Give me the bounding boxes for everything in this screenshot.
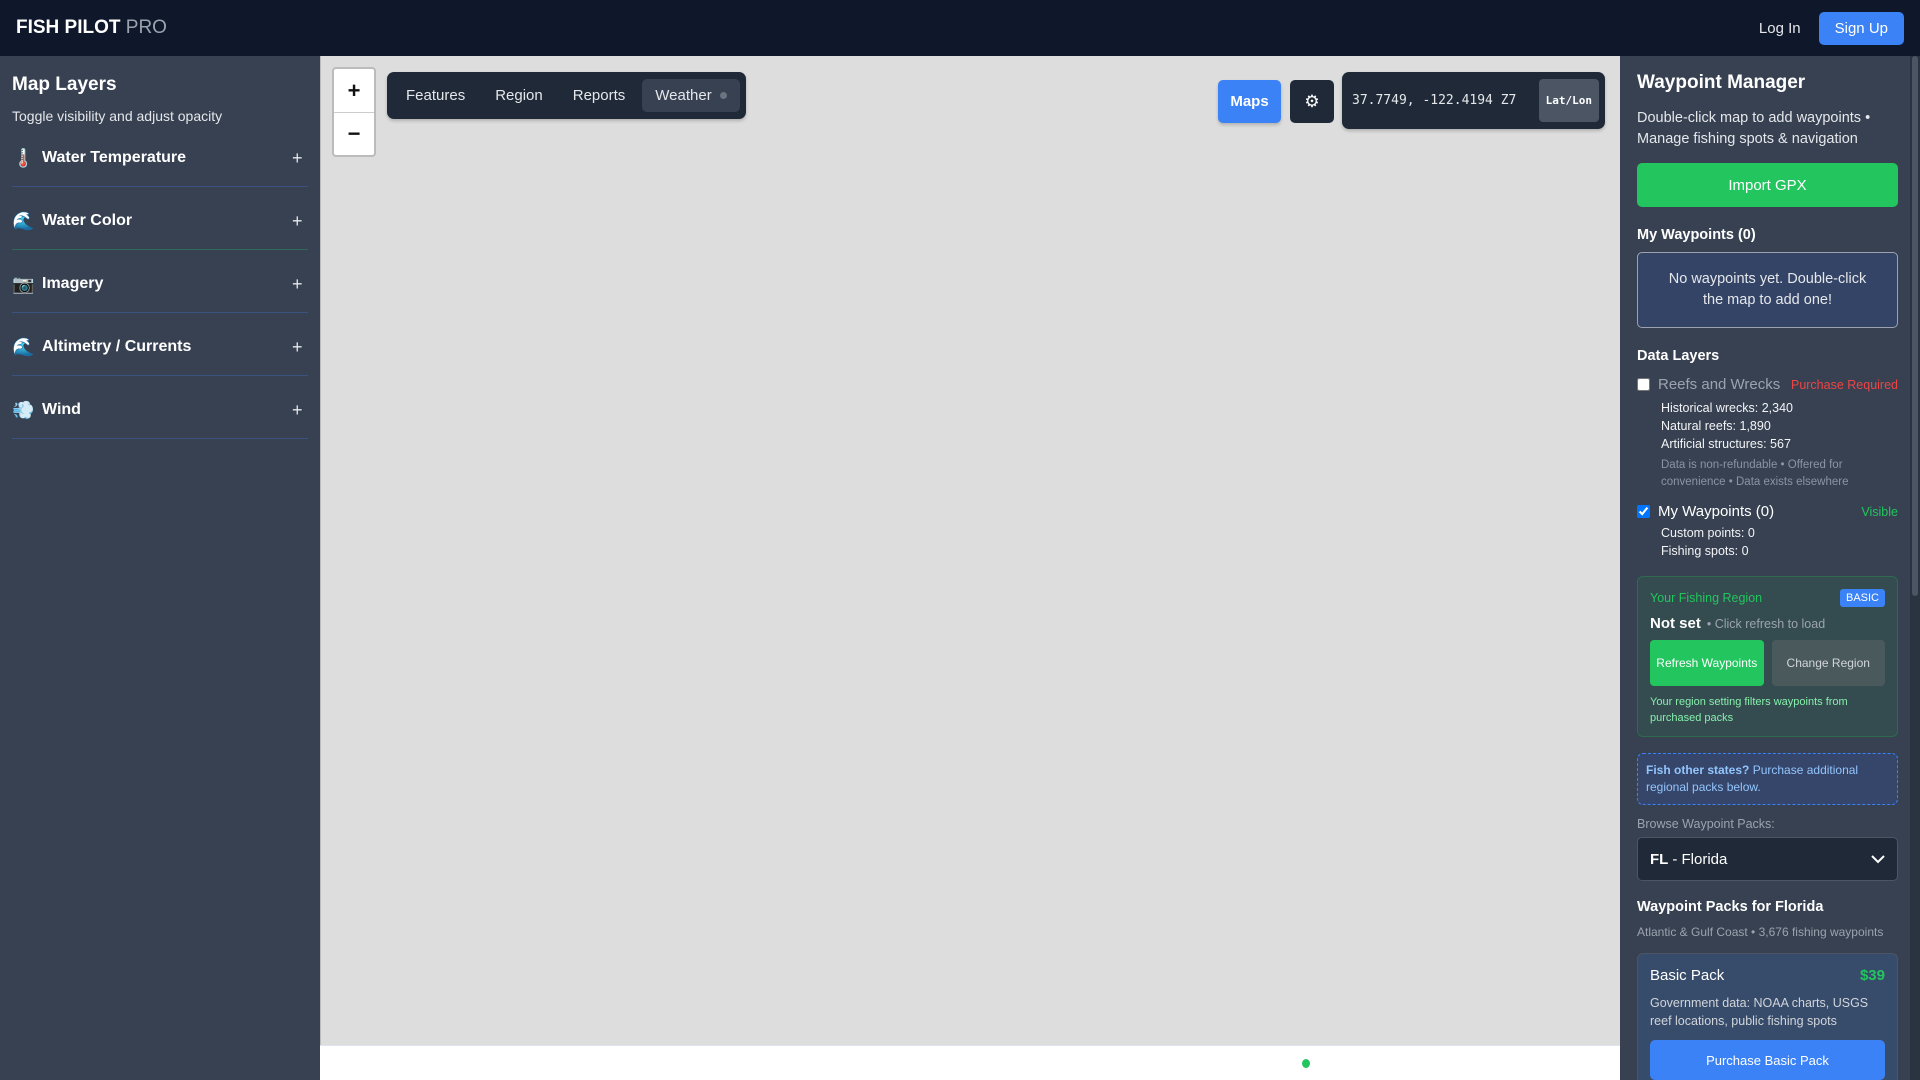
expand-icon[interactable]: +	[292, 211, 308, 232]
wave-icon: 🌊	[12, 210, 35, 231]
my-waypoints-heading: My Waypoints (0)	[1637, 227, 1756, 243]
visible-label: Visible	[1861, 504, 1898, 519]
my-waypoints-layer-row: My Waypoints (0) Visible	[1637, 503, 1898, 520]
coord-format-toggle[interactable]: Lat/Lon	[1538, 79, 1599, 122]
layer-wind[interactable]: 💨 Wind +	[12, 376, 308, 439]
region-value: Not set • Click refresh to load	[1650, 615, 1826, 632]
tab-weather[interactable]: Weather	[642, 79, 740, 112]
scrollbar[interactable]	[1910, 56, 1920, 1080]
reefs-checkbox[interactable]	[1637, 378, 1650, 391]
packs-subtitle: Atlantic & Gulf Coast • 3,676 fishing wa…	[1637, 925, 1884, 939]
layer-water-temperature[interactable]: 🌡️ Water Temperature +	[12, 124, 308, 187]
pack-description: Government data: NOAA charts, USGS reef …	[1650, 996, 1869, 1028]
layer-water-color[interactable]: 🌊 Water Color +	[12, 187, 308, 250]
gear-icon[interactable]: ⚙	[1290, 80, 1334, 123]
stat-line: Historical wrecks: 2,340	[1661, 401, 1793, 415]
import-gpx-button[interactable]: Import GPX	[1637, 163, 1898, 207]
pack-price: $39	[1859, 967, 1885, 984]
expand-icon[interactable]: +	[292, 148, 308, 169]
zoom-out-button[interactable]: −	[334, 112, 374, 155]
map-layers-sidebar: Map Layers Toggle visibility and adjust …	[0, 56, 320, 1080]
wave-icon: 🌊	[12, 336, 35, 357]
layer-altimetry-currents[interactable]: 🌊 Altimetry / Currents +	[12, 313, 308, 376]
fishing-region-card: Your Fishing Region BASIC Not set • Click …	[1637, 576, 1898, 737]
panel-description: Double-click map to add waypoints • Mana…	[1637, 110, 1871, 147]
change-region-button[interactable]: Change Region	[1771, 640, 1885, 686]
brand-logo[interactable]: FISH PILOT PRO	[16, 17, 167, 39]
camera-icon: 📷	[12, 273, 35, 294]
panel-title: Waypoint Manager	[1637, 72, 1806, 93]
coordinate-readout: 37.7749, -122.4194 Z7 Lat/Lon	[1342, 72, 1605, 129]
zoom-control: + −	[332, 67, 376, 157]
expand-icon[interactable]: +	[292, 274, 308, 295]
chevron-down-icon	[1871, 854, 1885, 863]
expand-icon[interactable]: +	[292, 337, 308, 358]
empty-waypoints-message: No waypoints yet. Double-click the map t…	[1637, 252, 1898, 328]
stat-line: Natural reefs: 1,890	[1661, 419, 1771, 433]
purchase-basic-pack-button[interactable]: Purchase Basic Pack	[1650, 1040, 1885, 1080]
stat-line: Fishing spots: 0	[1661, 544, 1749, 558]
tab-reports[interactable]: Reports	[560, 79, 639, 112]
stat-line: Artificial structures: 567	[1661, 437, 1791, 451]
packs-heading: Waypoint Packs for Florida	[1637, 899, 1824, 915]
refresh-waypoints-button[interactable]: Refresh Waypoints	[1650, 640, 1764, 686]
bottom-status-bar	[320, 1045, 1620, 1080]
data-layers-heading: Data Layers	[1637, 348, 1720, 364]
map-tabs: Features Region Reports Weather	[387, 72, 746, 119]
reefs-note: Data is non-refundable • Offered for con…	[1661, 459, 1849, 488]
other-states-notice: Fish other states? Purchase additional r…	[1637, 753, 1898, 805]
waypoint-manager-panel: Waypoint Manager Double-click map to add…	[1620, 56, 1920, 1080]
status-dot-icon	[719, 92, 727, 99]
stat-line: Custom points: 0	[1661, 526, 1755, 540]
layer-imagery[interactable]: 📷 Imagery +	[12, 250, 308, 313]
sidebar-subtitle: Toggle visibility and adjust opacity	[12, 108, 223, 124]
maps-button[interactable]: Maps	[1218, 80, 1281, 123]
my-waypoints-checkbox[interactable]	[1637, 505, 1650, 518]
region-label: Your Fishing Region	[1650, 591, 1763, 605]
state-select[interactable]: FL - Florida	[1637, 837, 1898, 881]
region-footnote: Your region setting filters waypoints fr…	[1650, 696, 1848, 724]
plan-badge: BASIC	[1839, 589, 1885, 607]
signup-button[interactable]: Sign Up	[1818, 11, 1904, 45]
reefs-layer-row: Reefs and Wrecks Purchase Required	[1637, 376, 1898, 393]
zoom-in-button[interactable]: +	[334, 69, 374, 112]
map-canvas[interactable]: + − Features Region Reports Weather Maps…	[320, 56, 1620, 1045]
expand-icon[interactable]: +	[292, 400, 308, 421]
tab-features[interactable]: Features	[393, 79, 478, 112]
thermometer-icon: 🌡️	[12, 147, 35, 168]
tab-region[interactable]: Region	[482, 79, 556, 112]
wind-icon: 💨	[12, 399, 35, 420]
basic-pack-card: Basic Pack $39 Government data: NOAA char…	[1637, 953, 1898, 1080]
sidebar-title: Map Layers	[12, 74, 117, 95]
browse-packs-label: Browse Waypoint Packs:	[1637, 817, 1775, 831]
top-header: FISH PILOT PRO Log In Sign Up	[0, 0, 1920, 56]
purchase-required-label: Purchase Required	[1790, 377, 1898, 392]
pack-name: Basic Pack	[1650, 967, 1725, 984]
coordinate-value: 37.7749, -122.4194 Z7	[1352, 93, 1517, 108]
status-indicator-icon	[1302, 1059, 1310, 1068]
login-link[interactable]: Log In	[1753, 14, 1807, 43]
